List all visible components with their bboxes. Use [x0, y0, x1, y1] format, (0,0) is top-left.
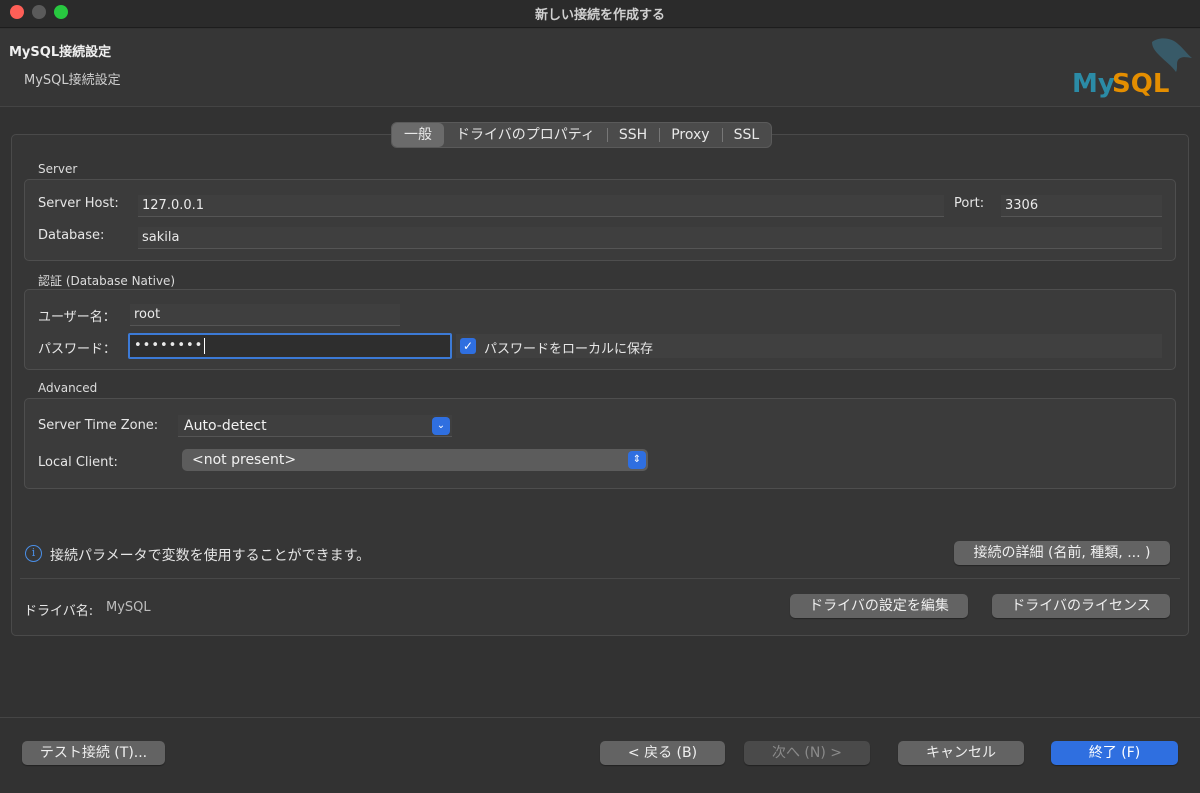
page-subtitle: MySQL接続設定 — [24, 73, 121, 88]
connection-details-button[interactable]: 接続の詳細 (名前, 種類, ... ) — [954, 541, 1170, 565]
tab-general[interactable]: 一般 — [392, 123, 444, 147]
back-button[interactable]: < 戻る (B) — [600, 741, 725, 765]
settings-tabs: 一般 ドライバのプロパティ SSH Proxy SSL — [391, 122, 773, 148]
edit-driver-settings-button[interactable]: ドライバの設定を編集 — [790, 594, 968, 618]
tab-ssl[interactable]: SSL — [721, 123, 772, 147]
cancel-button[interactable]: キャンセル — [898, 741, 1024, 765]
mysql-logo: My SQL — [1072, 38, 1192, 99]
info-icon: i — [25, 545, 42, 562]
database-label: Database: — [38, 228, 105, 243]
username-label: ユーザー名： — [38, 310, 116, 325]
username-input[interactable]: root — [130, 304, 400, 326]
test-connection-button[interactable]: テスト接続 (T)... — [22, 741, 165, 765]
password-label: パスワード： — [38, 342, 117, 357]
tab-proxy[interactable]: Proxy — [659, 123, 721, 147]
dialog-header: MySQL接続設定 MySQL接続設定 My SQL — [0, 29, 1200, 107]
save-password-label: パスワードをローカルに保存 — [484, 342, 654, 357]
server-section-label: Server — [38, 162, 78, 176]
port-input[interactable]: 3306 — [1001, 195, 1162, 217]
driver-license-button[interactable]: ドライバのライセンス — [992, 594, 1170, 618]
divider — [20, 578, 1180, 579]
next-button[interactable]: 次へ (N) > — [744, 741, 870, 765]
svg-text:My: My — [1072, 69, 1115, 99]
svg-text:SQL: SQL — [1112, 69, 1169, 99]
local-client-value: <not present> — [192, 452, 297, 468]
up-down-chevron-icon: ⇕ — [628, 451, 646, 469]
port-label: Port: — [954, 196, 985, 211]
auth-section-label: 認証 (Database Native) — [38, 274, 176, 288]
server-host-label: Server Host: — [38, 196, 119, 211]
tab-ssh[interactable]: SSH — [606, 123, 659, 147]
window-title: 新しい接続を作成する — [534, 8, 665, 23]
finish-button[interactable]: 終了 (F) — [1051, 741, 1178, 765]
password-value: •••••••• — [134, 338, 204, 353]
database-input[interactable]: sakila — [138, 227, 1162, 249]
save-password-checkbox[interactable]: ✓ — [460, 338, 476, 354]
tab-driver-properties[interactable]: ドライバのプロパティ — [444, 123, 607, 147]
driver-name-label: ドライバ名: — [24, 604, 94, 619]
timezone-select[interactable]: Auto-detect ⌄ — [178, 415, 452, 437]
driver-name-value: MySQL — [106, 600, 151, 615]
advanced-group — [24, 398, 1176, 489]
timezone-value: Auto-detect — [184, 418, 267, 434]
timezone-label: Server Time Zone: — [38, 418, 159, 433]
local-client-select[interactable]: <not present> ⇕ — [182, 449, 648, 471]
server-host-input[interactable]: 127.0.0.1 — [138, 195, 944, 217]
text-caret — [204, 337, 206, 354]
chevron-down-icon: ⌄ — [432, 417, 450, 435]
title-bar: 新しい接続を作成する — [0, 0, 1200, 28]
password-input[interactable]: •••••••• — [128, 333, 452, 359]
local-client-label: Local Client: — [38, 455, 118, 470]
page-title: MySQL接続設定 — [9, 45, 112, 60]
variables-info-text: 接続パラメータで変数を使用することができます。 — [50, 548, 371, 564]
advanced-section-label: Advanced — [38, 381, 98, 395]
